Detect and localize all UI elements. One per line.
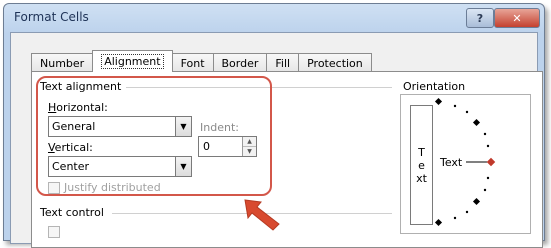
spin-up-icon[interactable]: ▲ (243, 137, 256, 146)
dial-handle-icon[interactable] (486, 157, 496, 167)
help-button[interactable]: ? (466, 8, 494, 28)
justify-distributed-checkbox[interactable] (48, 182, 60, 194)
tab-alignment[interactable]: Alignment (92, 50, 173, 72)
dial-marker-icon (434, 97, 443, 106)
chevron-down-icon[interactable]: ▼ (175, 157, 191, 176)
justify-distributed-label: Justify distributed (64, 181, 161, 194)
indent-value: 0 (203, 140, 210, 153)
tab-label: Font (180, 57, 205, 70)
spinner-buttons: ▲ ▼ (242, 137, 256, 156)
vertical-label: Vertical: (48, 141, 93, 154)
close-icon: ✕ (512, 11, 522, 25)
tab-label: Border (221, 57, 259, 70)
question-mark-icon: ? (476, 11, 484, 25)
horizontal-label: Horizontal: (48, 101, 108, 114)
orientation-group-label: Orientation (403, 80, 466, 93)
chevron-down-icon[interactable]: ▼ (175, 117, 191, 136)
dialog-title: Format Cells (14, 10, 89, 24)
text-control-checkbox[interactable] (48, 226, 60, 238)
tab-border[interactable]: Border (212, 53, 268, 73)
dial-marker-icon (472, 197, 481, 206)
orientation-dial[interactable]: Text (430, 94, 530, 232)
vertical-value: Center (52, 160, 90, 173)
tab-number[interactable]: Number (31, 53, 94, 73)
tab-label: Alignment (101, 54, 164, 69)
indent-spinner[interactable]: 0 ▲ ▼ (198, 136, 257, 157)
red-arrow-icon (244, 199, 280, 231)
dial-marker-icon (472, 118, 481, 127)
horizontal-value: General (52, 120, 96, 133)
vertical-select[interactable]: Center ▼ (48, 156, 192, 177)
tab-label: Fill (275, 57, 291, 70)
vertical-text-label: Text (416, 145, 427, 185)
indent-label: Indent: (200, 121, 239, 134)
close-button[interactable]: ✕ (494, 8, 540, 28)
group-separator (126, 87, 392, 88)
dial-marker-icon (434, 218, 443, 227)
tab-fill[interactable]: Fill (266, 53, 300, 73)
dial-text-label: Text (439, 156, 463, 169)
horizontal-select[interactable]: General ▼ (48, 116, 192, 137)
text-control-group-label: Text control (40, 206, 104, 219)
tab-label: Number (40, 57, 85, 70)
tab-strip: Number Alignment Font Border Fill Protec… (31, 50, 372, 73)
text-alignment-group-label: Text alignment (40, 80, 122, 93)
spin-down-icon[interactable]: ▼ (243, 146, 256, 156)
tab-font[interactable]: Font (171, 53, 214, 73)
tab-label: Protection (307, 57, 363, 70)
tab-protection[interactable]: Protection (298, 53, 372, 73)
